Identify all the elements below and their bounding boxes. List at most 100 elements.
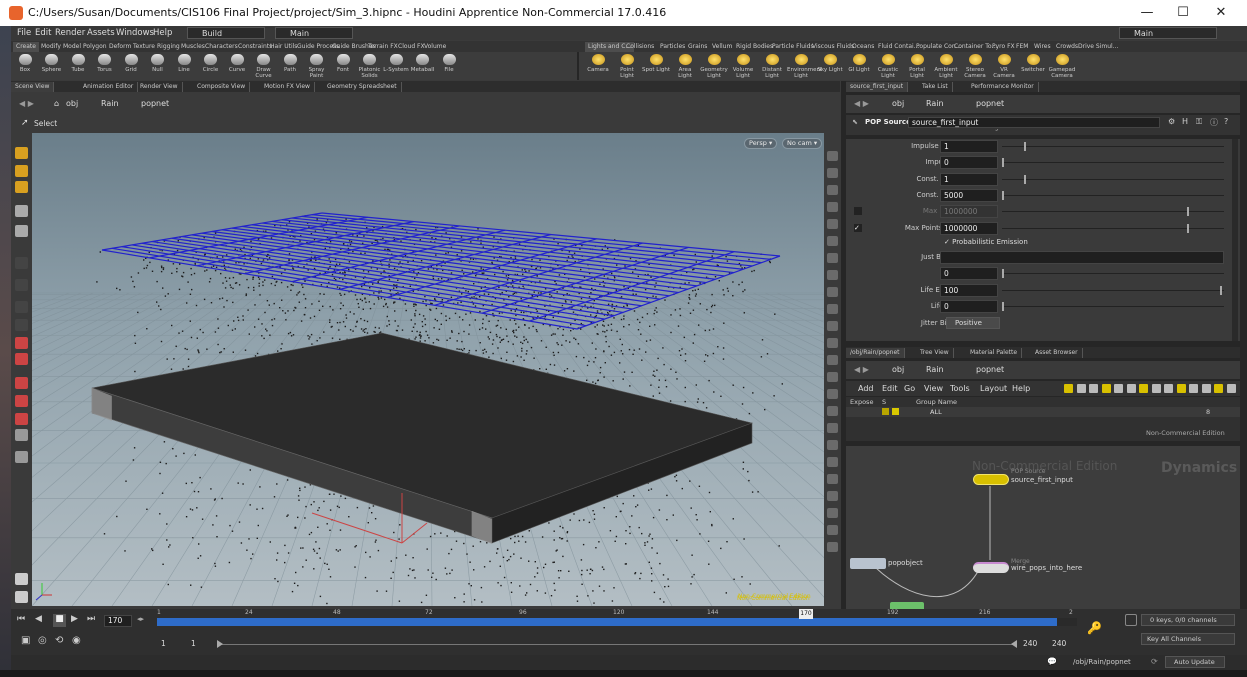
range-start-handle[interactable]	[217, 640, 223, 648]
param-subtab[interactable]: Stream	[945, 129, 967, 131]
net-menu-item[interactable]: Layout	[980, 384, 1007, 393]
shelf-tool[interactable]: Line	[171, 53, 197, 80]
shelf-tool[interactable]: Torus	[92, 53, 118, 80]
shelf-tool[interactable]: Sky Light	[816, 53, 844, 80]
shelf-tool[interactable]: Switcher	[1019, 53, 1047, 80]
net-menu-item[interactable]: Help	[1012, 384, 1030, 393]
node-merge[interactable]	[973, 562, 1009, 573]
param-back-arrow-icon[interactable]: ◀ ▶	[854, 99, 869, 108]
range-slider[interactable]	[217, 640, 1017, 648]
shelf-tool[interactable]: VR Camera	[990, 53, 1018, 80]
pane-tab[interactable]: source_first_input	[846, 82, 909, 92]
play-icon[interactable]: ▶	[71, 614, 78, 624]
net-tool-icon[interactable]	[1176, 384, 1186, 393]
net-path-popnet[interactable]: popnet	[976, 365, 1004, 374]
param-value-field[interactable]: 1	[940, 172, 998, 186]
shelf-tab[interactable]: Particles	[657, 42, 688, 52]
display-option-icon[interactable]	[827, 151, 838, 161]
viewport-tool-icon[interactable]	[15, 353, 28, 365]
net-menu-item[interactable]: Tools	[950, 384, 970, 393]
step-icon[interactable]: ◂▸	[137, 615, 144, 623]
shelf-tool[interactable]: Null	[145, 53, 171, 80]
shelf-tool[interactable]: Circle	[198, 53, 224, 80]
display-option-icon[interactable]	[827, 287, 838, 297]
desktop-build-dropdown[interactable]: Build	[187, 27, 265, 39]
shelf-tool[interactable]: Stereo Camera	[961, 53, 989, 80]
display-option-icon[interactable]	[827, 440, 838, 450]
shelf-tab[interactable]: FEM	[1013, 42, 1031, 52]
path-popnet[interactable]: popnet	[141, 99, 169, 108]
pane-tab[interactable]: /obj/Rain/popnet	[846, 348, 905, 358]
shelf-tool[interactable]: L-System	[383, 53, 409, 80]
viewport-tool-icon[interactable]	[15, 257, 28, 269]
net-menu-item[interactable]: View	[924, 384, 943, 393]
net-tool-icon[interactable]	[1064, 384, 1073, 393]
realtime-icon[interactable]: ◎	[38, 635, 47, 646]
lock-icon[interactable]: ⚿	[1196, 117, 1202, 127]
range-start-2[interactable]: 1	[191, 639, 196, 648]
param-slider[interactable]	[1002, 285, 1224, 295]
param-value-field[interactable]: 1	[940, 140, 998, 153]
net-path-rain[interactable]: Rain	[926, 365, 944, 374]
viewport-tool-icon[interactable]	[15, 591, 28, 603]
display-option-icon[interactable]	[827, 423, 838, 433]
display-option-icon[interactable]	[827, 474, 838, 484]
net-back-arrow-icon[interactable]: ◀ ▶	[854, 365, 869, 374]
menu-file[interactable]: File	[17, 28, 31, 38]
shelf-tool[interactable]: Geometry Light	[700, 53, 728, 80]
param-slider[interactable]	[1002, 142, 1224, 151]
loop-icon[interactable]: ⟲	[55, 635, 63, 646]
param-slider[interactable]	[1002, 301, 1224, 311]
pane-tab[interactable]: Motion FX View	[260, 82, 315, 92]
node-popobject[interactable]	[850, 558, 886, 569]
viewport-tool-icon[interactable]	[15, 147, 28, 159]
target-icon[interactable]: ◉	[72, 635, 81, 646]
menu-assets[interactable]: Assets	[87, 28, 115, 38]
shelf-tool[interactable]: Path	[277, 53, 303, 80]
current-frame-marker[interactable]: 170	[799, 609, 813, 619]
param-slider-knob[interactable]	[1002, 190, 1004, 200]
back-arrow-icon[interactable]: ◀ ▶	[19, 99, 34, 108]
node-source-first-input[interactable]	[973, 474, 1009, 485]
net-menu-item[interactable]: Go	[904, 384, 915, 393]
param-value-field[interactable]: 0	[940, 299, 998, 313]
last-frame-icon[interactable]: ⏭	[87, 614, 95, 624]
shelf-tool[interactable]: Tube	[65, 53, 91, 80]
shelf-tool[interactable]: Caustic Light	[874, 53, 902, 80]
viewport-tool-icon[interactable]	[15, 319, 28, 331]
viewport-tool-icon[interactable]	[15, 451, 28, 463]
viewport-tool-icon[interactable]	[15, 279, 28, 291]
pane-tab[interactable]: Performance Monitor	[967, 82, 1039, 92]
viewport-tool-icon[interactable]	[15, 573, 28, 585]
menu-edit[interactable]: Edit	[35, 28, 51, 38]
stop-icon[interactable]: ■	[53, 614, 66, 627]
pane-tab[interactable]: Animation Editor	[79, 82, 139, 92]
info-icon[interactable]: ⓘ	[1210, 117, 1218, 128]
display-option-icon[interactable]	[827, 253, 838, 263]
display-option-icon[interactable]	[827, 168, 838, 178]
shelf-tool[interactable]: Box	[12, 53, 38, 80]
range-start[interactable]: 1	[161, 639, 166, 648]
first-frame-icon[interactable]: ⏮	[17, 614, 25, 624]
shelf-tab[interactable]: Wires	[1031, 42, 1054, 52]
display-option-icon[interactable]	[827, 321, 838, 331]
scene-viewport[interactable]: Persp ▾ No cam ▾ Non-Commercial Edition	[32, 133, 824, 606]
viewport-tool-icon[interactable]	[15, 377, 28, 389]
minimize-button[interactable]: —	[1132, 3, 1162, 23]
display-option-icon[interactable]	[827, 491, 838, 501]
shelf-tool[interactable]: Metaball	[410, 53, 436, 80]
display-option-icon[interactable]	[827, 372, 838, 382]
net-tool-icon[interactable]	[1164, 384, 1173, 393]
display-option-icon[interactable]	[827, 270, 838, 280]
shelf-tool[interactable]: Font	[330, 53, 356, 80]
display-option-icon[interactable]	[827, 389, 838, 399]
display-option-icon[interactable]	[827, 338, 838, 348]
viewport-tool-icon[interactable]	[15, 301, 28, 313]
net-tool-icon[interactable]	[1076, 384, 1086, 393]
net-tool-icon[interactable]	[1214, 384, 1223, 393]
range-end[interactable]: 240	[1023, 639, 1037, 648]
display-option-icon[interactable]	[827, 457, 838, 467]
shelf-tool[interactable]: Grid	[118, 53, 144, 80]
shelf-tab[interactable]: Create	[13, 42, 39, 52]
emitter-grid[interactable]	[101, 212, 781, 330]
